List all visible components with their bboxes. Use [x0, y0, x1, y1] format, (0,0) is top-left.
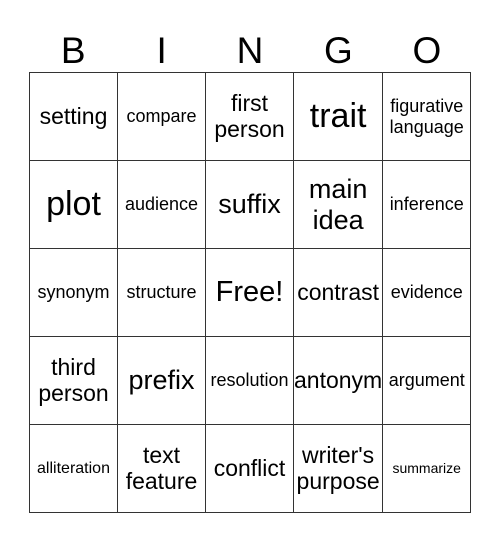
- header-letter-i: I: [156, 30, 167, 71]
- cell-label: audience: [124, 194, 199, 215]
- cell-label: trait: [309, 97, 367, 136]
- bingo-cell[interactable]: setting: [29, 72, 118, 161]
- cell-label: conflict: [213, 454, 286, 481]
- bingo-cell[interactable]: plot: [29, 160, 118, 249]
- bingo-cell[interactable]: first person: [205, 72, 294, 161]
- cell-label: Free!: [215, 276, 284, 309]
- bingo-cell[interactable]: resolution: [205, 336, 294, 425]
- bingo-cell[interactable]: alliteration: [29, 424, 118, 513]
- cell-label: resolution: [210, 370, 289, 391]
- bingo-cell[interactable]: suffix: [205, 160, 294, 249]
- cell-label: summarize: [392, 459, 461, 476]
- cell-label: plot: [46, 185, 101, 224]
- cell-label: suffix: [218, 189, 281, 220]
- bingo-cell[interactable]: argument: [382, 336, 472, 425]
- bingo-row: third person prefix resolution antonym argume…: [29, 336, 472, 425]
- cell-label: synonym: [37, 282, 110, 303]
- cell-label: prefix: [128, 365, 195, 396]
- cell-label: writer's purpose: [296, 441, 380, 494]
- cell-label: first person: [214, 89, 285, 142]
- cell-label: inference: [389, 194, 464, 215]
- header-letter-b: B: [60, 30, 86, 71]
- bingo-row: alliteration text feature conflict writer's p…: [29, 424, 472, 513]
- header-letter-g: G: [324, 30, 353, 71]
- bingo-cell[interactable]: text feature: [117, 424, 206, 513]
- bingo-cell[interactable]: synonym: [29, 248, 118, 337]
- bingo-cell[interactable]: antonym: [292, 336, 384, 425]
- header-letter-n: N: [236, 30, 264, 71]
- bingo-cell[interactable]: inference: [382, 160, 472, 249]
- bingo-cell[interactable]: conflict: [205, 424, 294, 513]
- cell-label: evidence: [390, 282, 463, 303]
- bingo-cell[interactable]: third person: [29, 336, 118, 425]
- free-space-cell[interactable]: Free!: [205, 248, 294, 337]
- bingo-cell[interactable]: audience: [117, 160, 206, 249]
- cell-label: compare: [126, 106, 197, 127]
- bingo-cell[interactable]: contrast: [292, 248, 384, 337]
- bingo-row: synonym structure Free! contrast evidence: [29, 248, 472, 337]
- header-letter-o: O: [412, 30, 442, 71]
- bingo-cell[interactable]: prefix: [117, 336, 206, 425]
- bingo-grid: setting compare first person trait figurative…: [29, 72, 472, 513]
- cell-label: argument: [388, 370, 465, 391]
- cell-label: setting: [39, 102, 108, 129]
- cell-label: figurative language: [389, 95, 464, 137]
- bingo-cell[interactable]: evidence: [382, 248, 472, 337]
- bingo-cell[interactable]: figurative language: [382, 72, 472, 161]
- bingo-row: plot audience suffix main idea inference: [29, 160, 472, 249]
- cell-label: alliteration: [37, 459, 110, 477]
- bingo-row: setting compare first person trait figurative…: [29, 72, 472, 161]
- cell-label: text feature: [125, 441, 198, 494]
- cell-label: contrast: [297, 278, 380, 305]
- bingo-cell[interactable]: main idea: [292, 160, 384, 249]
- bingo-cell[interactable]: summarize: [382, 424, 472, 513]
- cell-label: antonym: [294, 366, 383, 393]
- bingo-cell[interactable]: writer's purpose: [292, 424, 384, 513]
- cell-label: structure: [126, 282, 197, 303]
- cell-label: main idea: [308, 174, 368, 235]
- bingo-cell[interactable]: structure: [117, 248, 206, 337]
- bingo-cell[interactable]: trait: [292, 72, 384, 161]
- bingo-header: B I N G O: [29, 30, 471, 72]
- cell-label: third person: [38, 353, 109, 406]
- bingo-cell[interactable]: compare: [117, 72, 206, 161]
